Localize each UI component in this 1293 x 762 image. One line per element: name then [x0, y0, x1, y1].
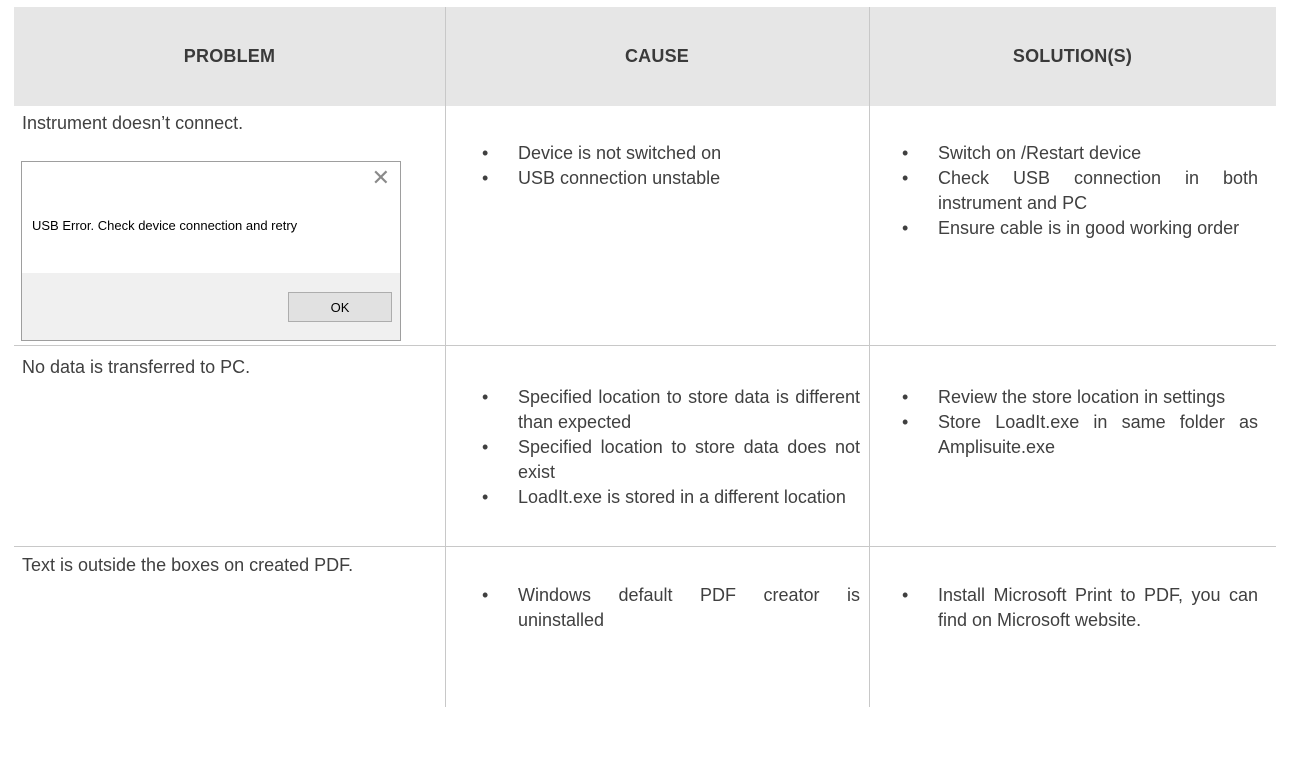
usb-error-dialog: ✕ USB Error. Check device connection and…: [21, 161, 401, 341]
row1-problem: Instrument doesn’t connect.: [22, 113, 244, 133]
list-item: Specified location to store data is diff…: [460, 385, 860, 435]
row1-causes: Device is not switched on USB connection…: [460, 141, 860, 191]
troubleshooting-table: PROBLEM CAUSE SOLUTION(S) Instrument doe…: [14, 7, 1276, 707]
row3-problem: Text is outside the boxes on created PDF…: [22, 555, 354, 575]
header-solutions: SOLUTION(S): [1012, 46, 1133, 66]
dialog-message: USB Error. Check device connection and r…: [32, 218, 298, 233]
list-item: Check USB connection in both instrument …: [880, 166, 1258, 216]
row3-solutions: Install Microsoft Print to PDF, you can …: [880, 583, 1258, 633]
column-divider: [869, 7, 870, 707]
list-item: USB connection unstable: [460, 166, 860, 191]
row3-causes: Windows default PDF creator is uninstall…: [460, 583, 860, 633]
list-item: Review the store location in settings: [880, 385, 1258, 410]
list-item: Specified location to store data does no…: [460, 435, 860, 485]
ok-button[interactable]: OK: [288, 292, 392, 322]
list-item: Device is not switched on: [460, 141, 860, 166]
row-divider: [14, 546, 1276, 547]
row-divider: [14, 345, 1276, 346]
row2-problem: No data is transferred to PC.: [22, 357, 251, 377]
header-cause: CAUSE: [624, 46, 689, 66]
list-item: Windows default PDF creator is uninstall…: [460, 583, 860, 633]
row1-solutions: Switch on /Restart device Check USB conn…: [880, 141, 1258, 241]
list-item: Ensure cable is in good working order: [880, 216, 1258, 241]
list-item: LoadIt.exe is stored in a different loca…: [460, 485, 860, 510]
row2-causes: Specified location to store data is diff…: [460, 385, 860, 510]
header-problem: PROBLEM: [183, 46, 276, 66]
column-divider: [445, 7, 446, 707]
list-item: Install Microsoft Print to PDF, you can …: [880, 583, 1258, 633]
close-icon[interactable]: ✕: [372, 168, 390, 190]
list-item: Switch on /Restart device: [880, 141, 1258, 166]
table-header: PROBLEM CAUSE SOLUTION(S): [14, 7, 1276, 106]
list-item: Store LoadIt.exe in same folder as Ampli…: [880, 410, 1258, 460]
row2-solutions: Review the store location in settings St…: [880, 385, 1258, 460]
